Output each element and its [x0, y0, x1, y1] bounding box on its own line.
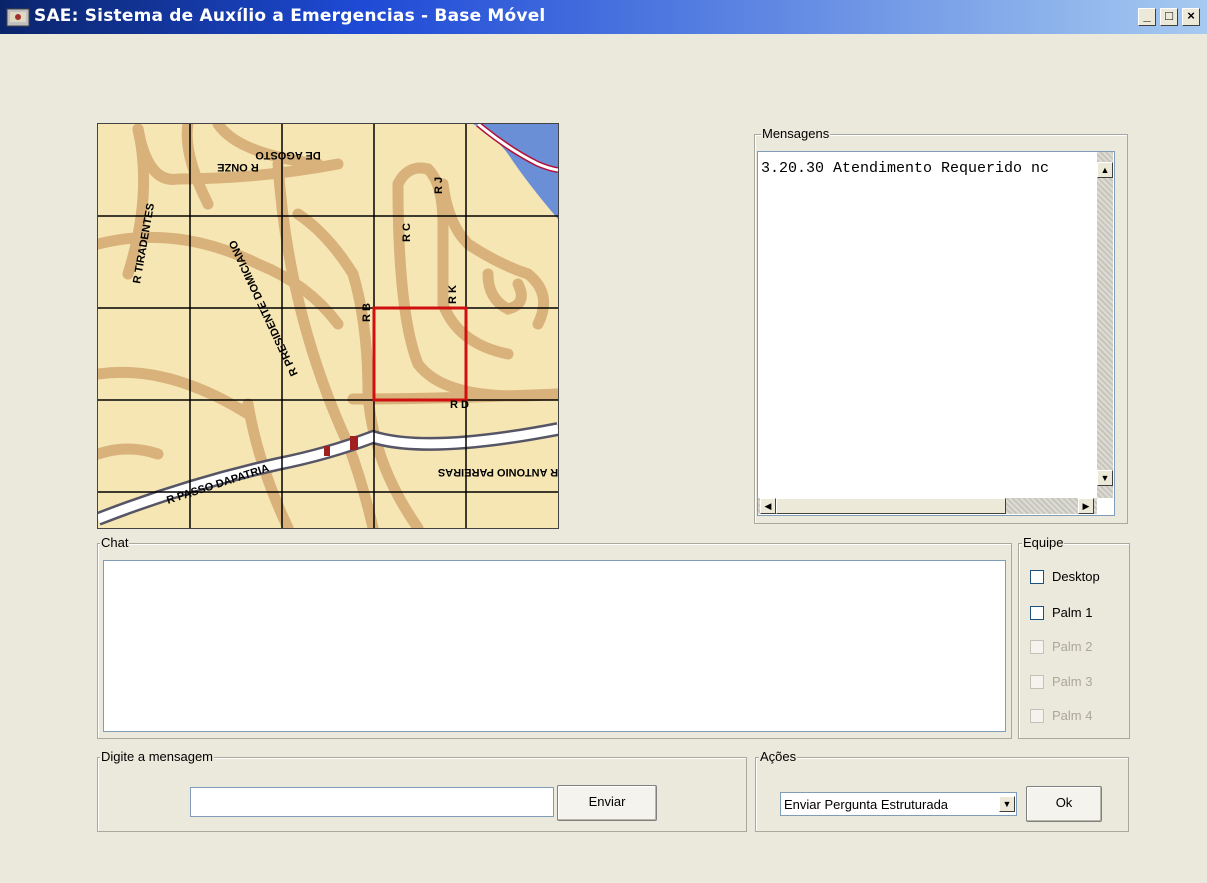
checkbox-label-palm-4: Palm 4 [1052, 708, 1093, 723]
checkbox-palm-1[interactable] [1030, 606, 1044, 620]
action-select-value: Enviar Pergunta Estruturada [784, 797, 949, 812]
message-line: 3.20.30 Atendimento Requerido nc [761, 160, 1050, 177]
street-label: R K [447, 285, 459, 304]
checkbox-palm-4 [1030, 709, 1044, 723]
window-title: SAE: Sistema de Auxílio a Emergencias - … [34, 6, 546, 26]
checkbox-label-desktop: Desktop [1052, 569, 1100, 584]
chevron-down-icon[interactable]: ▼ [999, 796, 1015, 812]
compose-label: Digite a mensagem [100, 749, 214, 764]
vertical-scrollbar[interactable] [1097, 152, 1113, 498]
checkbox-label-palm-3: Palm 3 [1052, 674, 1093, 689]
messages-label: Mensagens [761, 126, 831, 141]
ok-button[interactable]: Ok [1026, 786, 1102, 822]
street-label: R ONZE [217, 161, 259, 173]
actions-label: Ações [759, 749, 798, 764]
checkbox-palm-3 [1030, 675, 1044, 689]
street-label: R ANTONIO PAREIRAS [438, 466, 558, 478]
title-bar: SAE: Sistema de Auxílio a Emergencias - … [0, 0, 1207, 34]
street-label: R B [361, 303, 373, 322]
scroll-right-icon[interactable]: ▶ [1078, 498, 1094, 514]
checkbox-palm-2 [1030, 640, 1044, 654]
checkbox-label-palm-2: Palm 2 [1052, 639, 1093, 654]
checkbox-desktop[interactable] [1030, 570, 1044, 584]
street-label: R D [450, 399, 469, 411]
street-label: R J [433, 177, 445, 194]
map-image: R ONZE DE AGOSTO R TIRADENTES R PRESIDEN… [98, 124, 558, 528]
map-view[interactable]: R ONZE DE AGOSTO R TIRADENTES R PRESIDEN… [97, 123, 559, 529]
minimize-button[interactable]: _ [1138, 8, 1156, 26]
checkbox-label-palm-1: Palm 1 [1052, 605, 1093, 620]
scroll-down-icon[interactable]: ▼ [1097, 470, 1113, 486]
street-label: R C [401, 223, 413, 242]
send-button[interactable]: Enviar [557, 785, 657, 821]
chat-label: Chat [100, 535, 130, 550]
chat-textarea[interactable] [103, 560, 1006, 732]
scroll-up-icon[interactable]: ▲ [1097, 162, 1113, 178]
action-select[interactable]: Enviar Pergunta Estruturada ▼ [780, 792, 1017, 816]
message-input[interactable] [190, 787, 554, 817]
messages-textarea[interactable]: 3.20.30 Atendimento Requerido nc ▲ ▼ ◀ ▶ [757, 151, 1115, 516]
team-label: Equipe [1022, 535, 1065, 550]
maximize-button[interactable]: □ [1160, 8, 1178, 26]
scroll-thumb[interactable] [776, 498, 1006, 514]
street-label: DE AGOSTO [255, 149, 321, 161]
scroll-left-icon[interactable]: ◀ [760, 498, 776, 514]
close-button[interactable]: × [1182, 8, 1200, 26]
app-icon [6, 8, 30, 27]
